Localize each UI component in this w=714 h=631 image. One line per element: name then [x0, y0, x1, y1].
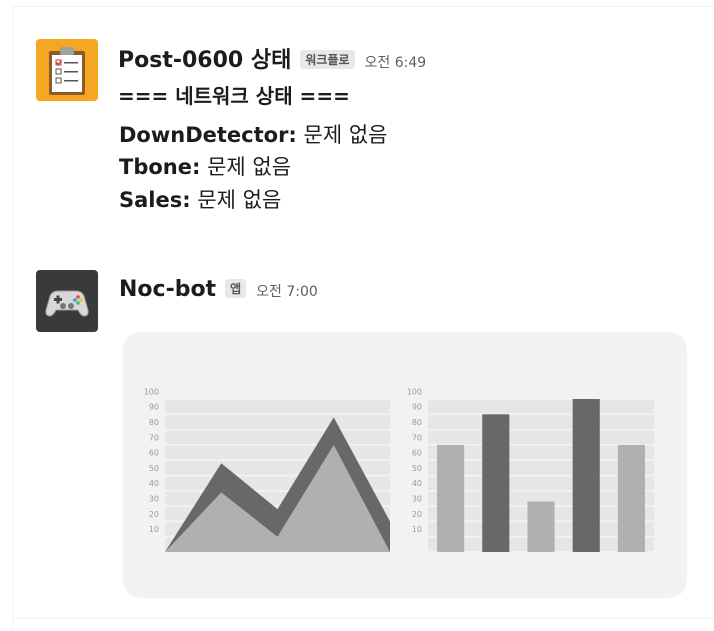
y-tick-label: 70: [412, 433, 422, 442]
status-name: Sales:: [119, 188, 191, 212]
y-tick-label: 30: [149, 494, 159, 503]
y-tick-label: 100: [407, 387, 422, 396]
status-line: Sales: 문제 없음: [119, 184, 281, 214]
y-tick-label: 90: [149, 403, 159, 412]
clipboard-avatar[interactable]: [36, 39, 98, 101]
y-tick-label: 80: [412, 418, 422, 427]
network-status-heading: === 네트워크 상태 ===: [118, 84, 350, 108]
status-value: 문제 없음: [303, 123, 388, 147]
y-tick-label: 70: [149, 433, 159, 442]
clipboard-icon: [49, 47, 85, 95]
chart-image: 10 20 30 40 50 60 70 80 90 100 10 20 30 40 50 60 70 80 90 1…: [144, 387, 654, 552]
y-tick-label: 90: [412, 403, 422, 412]
workflow-badge: 워크플로: [300, 50, 355, 69]
chart-attachment[interactable]: 10 20 30 40 50 60 70 80 90 100 10 20 30 40 50 60 70 80 90 1…: [123, 332, 687, 598]
sender-name[interactable]: Post-0600 상태: [118, 42, 291, 74]
grid-band: [428, 415, 654, 429]
status-value: 문제 없음: [197, 188, 282, 212]
sender-name[interactable]: Noc-bot: [119, 277, 216, 302]
bar: [617, 444, 645, 552]
y-tick-label: 60: [149, 449, 159, 458]
y-tick-label: 50: [149, 464, 159, 473]
bar: [437, 444, 465, 552]
y-tick-label: 10: [149, 525, 159, 534]
y-tick-label: 40: [412, 479, 422, 488]
gamepad-icon: [45, 290, 89, 317]
grid-band: [165, 400, 390, 414]
app-badge: 앱: [225, 279, 247, 298]
y-tick-label: 80: [149, 418, 159, 427]
bar: [572, 399, 600, 552]
bar: [527, 501, 555, 552]
bottom-divider: [12, 618, 714, 619]
left-divider: [12, 6, 13, 631]
y-tick-label: 30: [412, 494, 422, 503]
y-tick-label: 60: [412, 449, 422, 458]
status-line: Tbone: 문제 없음: [119, 151, 291, 181]
status-name: DownDetector:: [119, 123, 297, 147]
bar: [482, 414, 510, 552]
y-tick-label: 100: [144, 387, 159, 396]
status-name: Tbone:: [119, 155, 201, 179]
y-tick-label: 20: [149, 510, 159, 519]
status-line: DownDetector: 문제 없음: [119, 119, 388, 149]
y-tick-label: 20: [412, 510, 422, 519]
y-tick-label: 40: [149, 479, 159, 488]
grid-band: [165, 445, 390, 460]
message-header: Noc-bot 앱 오전 7:00: [119, 277, 318, 302]
message-header: Post-0600 상태 워크플로 오전 6:49: [118, 42, 426, 74]
grid-band: [165, 415, 390, 429]
grid-band: [428, 400, 654, 414]
gamepad-avatar[interactable]: [36, 270, 98, 332]
message-timestamp[interactable]: 오전 7:00: [256, 281, 318, 301]
message-timestamp[interactable]: 오전 6:49: [365, 52, 427, 72]
status-value: 문제 없음: [207, 155, 292, 179]
y-tick-label: 10: [412, 525, 422, 534]
y-tick-label: 50: [412, 464, 422, 473]
grid-band: [428, 430, 654, 444]
top-divider: [12, 6, 714, 7]
grid-band: [165, 430, 390, 444]
